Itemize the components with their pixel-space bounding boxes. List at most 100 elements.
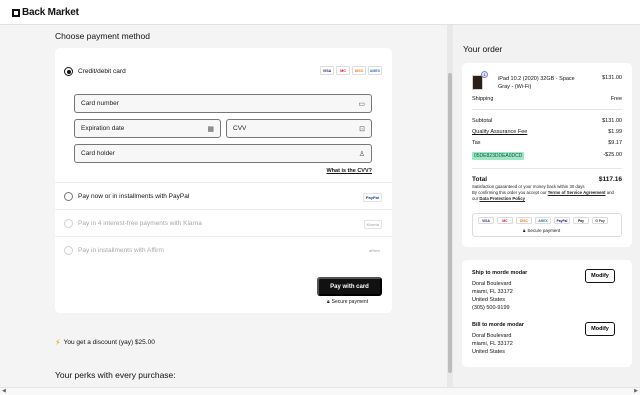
ship-address-line: miami, FL 33172 bbox=[472, 289, 513, 295]
what-is-cvv-link[interactable]: What is the CVV? bbox=[326, 168, 372, 174]
accept-text: By confirming this order you accept our bbox=[472, 189, 547, 195]
klarna-logo-icon: Klarna bbox=[363, 220, 382, 229]
lock-icon: 🔒︎ bbox=[523, 228, 526, 233]
quantity-badge: 1 bbox=[481, 71, 488, 78]
secure-payment-label: Secure payment bbox=[331, 299, 369, 305]
divider bbox=[472, 109, 622, 110]
mastercard-icon: MC bbox=[497, 217, 513, 224]
product-price: $131.00 bbox=[602, 75, 622, 81]
method-paypal[interactable]: Pay now or in installments with PayPal P… bbox=[55, 183, 392, 210]
klarna-radio bbox=[64, 219, 73, 228]
bill-to-title: Bill to morde modar bbox=[472, 322, 524, 328]
order-title: Your order bbox=[463, 44, 503, 54]
payment-methods-card: Credit/debit card VISA MC DISC AMEX Card… bbox=[55, 48, 392, 313]
promo-value: -$25.00 bbox=[603, 152, 622, 158]
qa-fee-value: $1.99 bbox=[608, 129, 622, 135]
secure-payment-label: Secure payment bbox=[527, 228, 561, 233]
back-market-logo[interactable]: Back Market bbox=[12, 7, 79, 18]
affirm-label: Pay in installments with Affirm bbox=[78, 247, 164, 254]
calendar-icon: ▦ bbox=[207, 126, 214, 133]
top-bar: Back Market bbox=[0, 0, 640, 25]
privacy-link[interactable]: Data Protection Policy bbox=[479, 196, 525, 201]
discount-banner: ⚡︎ You get a discount (yay) $25.00 bbox=[55, 338, 155, 347]
paypal-radio[interactable] bbox=[64, 192, 73, 201]
card-brands: VISA MC DISC AMEX bbox=[320, 66, 382, 75]
pay-with-card-button[interactable]: Pay with card bbox=[317, 277, 382, 296]
lock-icon: ⊡ bbox=[359, 126, 365, 133]
secure-payment-note: 🔒︎ Secure payment bbox=[523, 228, 560, 233]
amex-icon: AMEX bbox=[368, 66, 382, 75]
lightning-icon: ⚡︎ bbox=[55, 338, 61, 347]
subtotal-label: Subtotal bbox=[472, 118, 493, 124]
method-affirm: Pay in installments with Affirm affirm bbox=[55, 237, 392, 264]
method-klarna: Pay in 4 interest-free payments with Kla… bbox=[55, 210, 392, 237]
discover-icon: DISC bbox=[352, 66, 366, 75]
modify-shipping-button[interactable]: Modify bbox=[585, 269, 615, 283]
visa-icon: VISA bbox=[320, 66, 334, 75]
lock-icon: 🔒︎ bbox=[327, 299, 330, 305]
logo-text: Back Market bbox=[22, 7, 79, 18]
subtotal-value: $131.00 bbox=[602, 118, 622, 124]
divider bbox=[472, 168, 622, 169]
person-icon: ♙ bbox=[358, 151, 365, 158]
ship-to-title: Ship to morde modar bbox=[472, 270, 528, 276]
bill-address-line: Doral Boulevard bbox=[472, 333, 512, 339]
payment-section: Choose payment method Credit/debit card … bbox=[0, 25, 447, 387]
terms-link[interactable]: Terms of Service Agreement bbox=[548, 190, 606, 195]
product-name: iPad 10.2 (2020) 32GB - Space Gray - (Wi… bbox=[498, 76, 575, 90]
paypal-label[interactable]: Pay now or in installments with PayPal bbox=[78, 193, 189, 200]
visa-icon: VISA bbox=[478, 217, 494, 224]
ship-address-line: Doral Boulevard bbox=[472, 281, 512, 287]
perks-title: Your perks with every purchase: bbox=[55, 370, 176, 380]
credit-card-label[interactable]: Credit/debit card bbox=[78, 68, 126, 75]
paypal-icon: PayPal bbox=[554, 217, 570, 224]
discover-icon: DISC bbox=[516, 217, 532, 224]
accepted-payments-box: VISA MC DISC AMEX PayPal Pay G Pay 🔒︎ Se… bbox=[472, 213, 622, 237]
cvv-field[interactable]: CVV ⊡ bbox=[226, 119, 372, 138]
ship-address-line: United States bbox=[472, 297, 506, 303]
guarantee-text: Satisfaction guaranteed or your money ba… bbox=[472, 184, 585, 189]
card-holder-label: Card holder bbox=[81, 150, 115, 157]
shipping-label: Shipping bbox=[472, 96, 494, 102]
expiration-date-field[interactable]: Expiration date ▦ bbox=[74, 119, 221, 138]
scroll-right-icon[interactable]: ▶ bbox=[634, 388, 638, 394]
total-label: Total bbox=[472, 176, 488, 183]
apple-pay-icon: Pay bbox=[573, 217, 589, 224]
secure-payment-note: 🔒︎ Secure payment bbox=[327, 299, 368, 305]
google-pay-icon: G Pay bbox=[592, 217, 608, 224]
promo-code-badge: 05DE823DDEA0DCD bbox=[472, 152, 525, 160]
credit-card-radio[interactable] bbox=[64, 67, 73, 76]
expiration-date-label: Expiration date bbox=[81, 125, 125, 132]
amex-icon: AMEX bbox=[535, 217, 551, 224]
mastercard-icon: MC bbox=[336, 66, 350, 75]
scroll-left-icon[interactable]: ◀ bbox=[2, 388, 6, 394]
card-holder-field[interactable]: Card holder ♙ bbox=[74, 144, 372, 163]
ship-phone: (305) 500-9199 bbox=[472, 305, 510, 311]
card-number-label: Card number bbox=[81, 100, 119, 107]
method-credit-card: Credit/debit card VISA MC DISC AMEX Card… bbox=[55, 48, 392, 183]
fine-print: Satisfaction guaranteed or your money ba… bbox=[472, 184, 617, 201]
bill-address-line: United States bbox=[472, 349, 506, 355]
tax-value: $9.17 bbox=[608, 140, 622, 146]
tax-label: Tax bbox=[472, 140, 481, 146]
bill-address-line: miami, FL 33172 bbox=[472, 341, 513, 347]
credit-card-icon: ▭ bbox=[358, 101, 365, 108]
affirm-logo-icon: affirm bbox=[368, 248, 380, 253]
scrollbar-thumb[interactable] bbox=[448, 73, 452, 373]
affirm-radio bbox=[64, 246, 73, 255]
klarna-label: Pay in 4 interest-free payments with Kla… bbox=[78, 220, 202, 227]
order-summary-section: Your order 1 iPad 10.2 (2020) 32GB - Spa… bbox=[453, 25, 640, 387]
shipping-value: Free bbox=[610, 96, 622, 102]
modify-billing-button[interactable]: Modify bbox=[585, 322, 615, 336]
quality-assurance-fee-link[interactable]: Quality Assurance Fee bbox=[472, 129, 527, 135]
card-number-field[interactable]: Card number ▭ bbox=[74, 94, 372, 113]
payment-title: Choose payment method bbox=[55, 31, 150, 41]
order-card: 1 iPad 10.2 (2020) 32GB - Space Gray - (… bbox=[462, 63, 632, 247]
total-value: $117.16 bbox=[598, 176, 622, 183]
logo-mark-icon bbox=[12, 8, 20, 17]
cvv-label: CVV bbox=[233, 125, 247, 132]
horizontal-scrollbar[interactable]: ◀ ▶ bbox=[0, 387, 640, 395]
accepted-payment-brands: VISA MC DISC AMEX PayPal Pay G Pay bbox=[478, 217, 608, 224]
addresses-card: Ship to morde modar Doral Boulevard miam… bbox=[462, 260, 632, 367]
paypal-logo-icon: PayPal bbox=[362, 193, 382, 202]
